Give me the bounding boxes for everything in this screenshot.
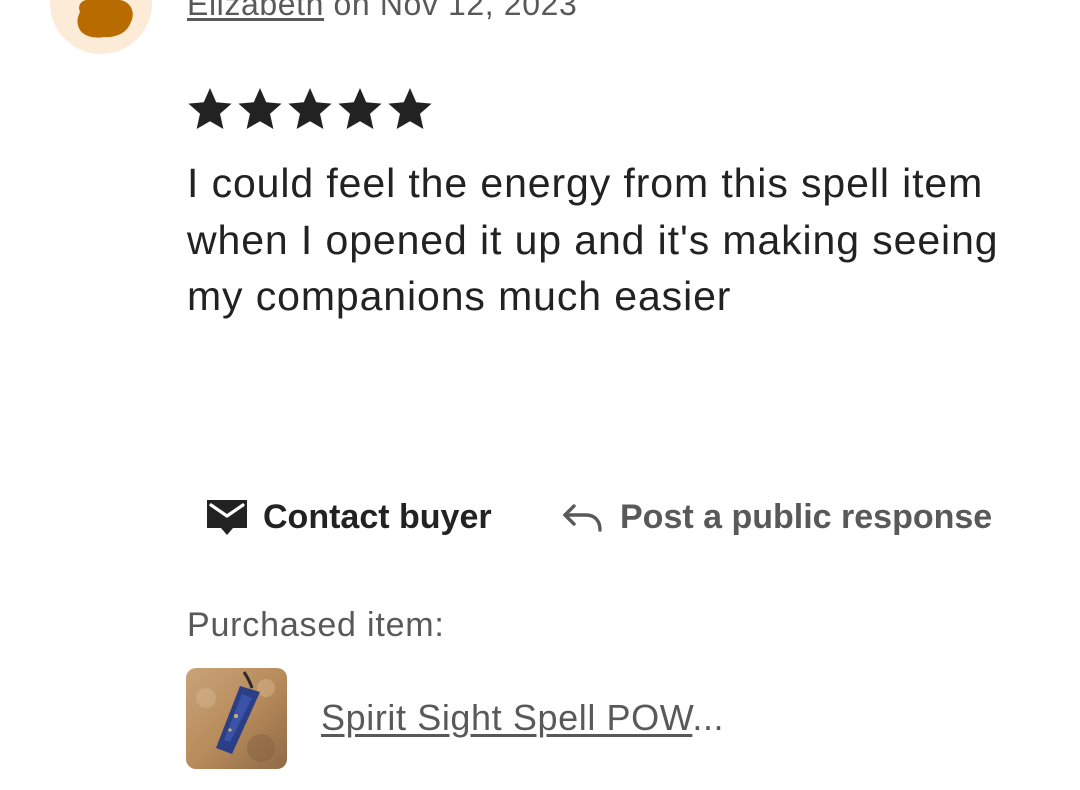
purchased-item-ellipsis: ... xyxy=(692,697,725,738)
star-icon xyxy=(388,88,432,129)
star-icon xyxy=(288,88,332,129)
review-date: on Nov 12, 2023 xyxy=(324,0,578,22)
post-public-response-button[interactable]: Post a public response xyxy=(562,492,992,542)
author-link[interactable]: Elizabeth xyxy=(187,0,324,22)
purchased-item-link[interactable]: Spirit Sight Spell POW... xyxy=(321,696,724,740)
contact-buyer-label: Contact buyer xyxy=(263,497,492,536)
star-icon xyxy=(338,88,382,129)
contact-buyer-button[interactable]: Contact buyer xyxy=(205,492,492,542)
avatar[interactable] xyxy=(50,0,152,54)
star-icon xyxy=(188,88,232,129)
reply-arrow-icon xyxy=(562,500,604,534)
post-public-response-label: Post a public response xyxy=(620,497,993,536)
item-thumbnail[interactable] xyxy=(186,668,287,769)
avatar-image xyxy=(77,0,133,38)
review-meta: Elizabeth on Nov 12, 2023 xyxy=(187,0,577,24)
star-rating xyxy=(186,84,434,134)
purchased-item-title: Spirit Sight Spell POW xyxy=(321,697,693,738)
star-icon xyxy=(238,88,282,129)
item-image xyxy=(186,668,287,769)
purchased-item-label: Purchased item: xyxy=(187,606,445,644)
review-text: I could feel the energy from this spell … xyxy=(187,160,999,319)
mail-icon xyxy=(205,497,249,537)
